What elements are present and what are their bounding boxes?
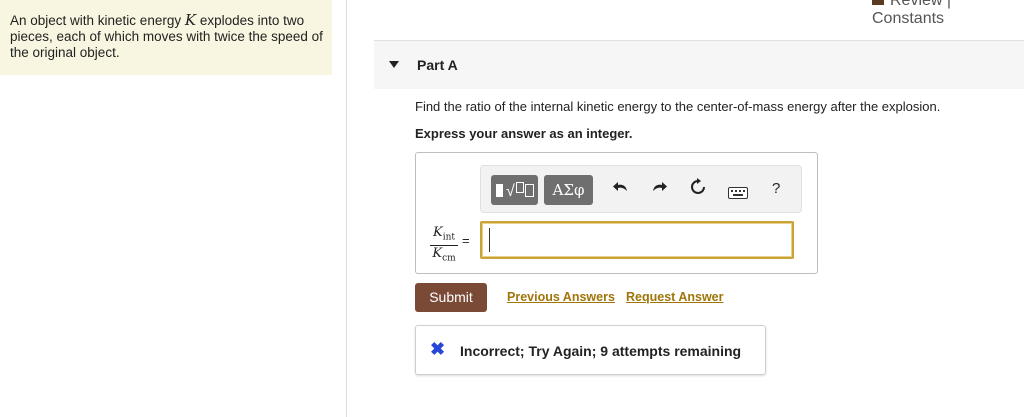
greek-symbols-button[interactable]: ΑΣφ: [544, 175, 593, 205]
template-block-icon: [496, 184, 503, 197]
problem-text-before: An object with kinetic energy: [10, 13, 185, 28]
math-toolbar: √ ΑΣφ ?: [480, 165, 802, 213]
redo-arrow-icon[interactable]: [650, 178, 668, 201]
denominator-subscript: cm: [442, 253, 456, 264]
denominator-symbol: K: [432, 245, 443, 261]
panel-divider: [346, 0, 347, 417]
keyboard-icon[interactable]: [728, 187, 748, 199]
collapse-triangle-icon[interactable]: [389, 61, 399, 68]
answer-box: √ ΑΣφ ? Kint Kcm =: [415, 152, 818, 274]
ratio-label: Kint Kcm: [430, 225, 458, 263]
question-text: Find the ratio of the internal kinetic e…: [415, 99, 941, 114]
undo-arrow-icon[interactable]: [612, 178, 630, 201]
equals-sign: =: [462, 233, 470, 248]
radicand-box-icon: [516, 182, 524, 193]
ratio-numerator: Kint: [430, 225, 458, 246]
feedback-box: ✖ Incorrect; Try Again; 9 attempts remai…: [415, 325, 766, 375]
review-icon: [872, 0, 884, 5]
template-box-icon: [525, 184, 534, 197]
reset-icon[interactable]: [689, 178, 707, 201]
help-icon[interactable]: ?: [772, 178, 780, 200]
problem-panel: An object with kinetic energy K explodes…: [0, 0, 332, 75]
previous-answers-link[interactable]: Previous Answers: [507, 290, 615, 304]
numerator-symbol: K: [432, 225, 443, 240]
review-constants-link[interactable]: Review | Constants: [872, 0, 1024, 28]
feedback-message: Incorrect; Try Again; 9 attempts remaini…: [460, 343, 742, 359]
request-answer-link[interactable]: Request Answer: [626, 290, 723, 304]
part-header[interactable]: Part A: [374, 40, 1024, 89]
radical-icon: √: [506, 183, 515, 200]
text-caret: [489, 228, 490, 252]
ratio-denominator: Kcm: [430, 246, 458, 264]
answer-input[interactable]: [480, 221, 794, 259]
incorrect-x-icon: ✖: [430, 339, 446, 359]
energy-symbol: K: [184, 11, 197, 29]
instruction-text: Express your answer as an integer.: [415, 126, 633, 141]
part-title: Part A: [417, 57, 458, 73]
problem-statement: An object with kinetic energy K explodes…: [10, 12, 325, 61]
templates-button[interactable]: √: [491, 175, 538, 205]
submit-button[interactable]: Submit: [415, 283, 487, 312]
numerator-subscript: int: [442, 232, 455, 243]
